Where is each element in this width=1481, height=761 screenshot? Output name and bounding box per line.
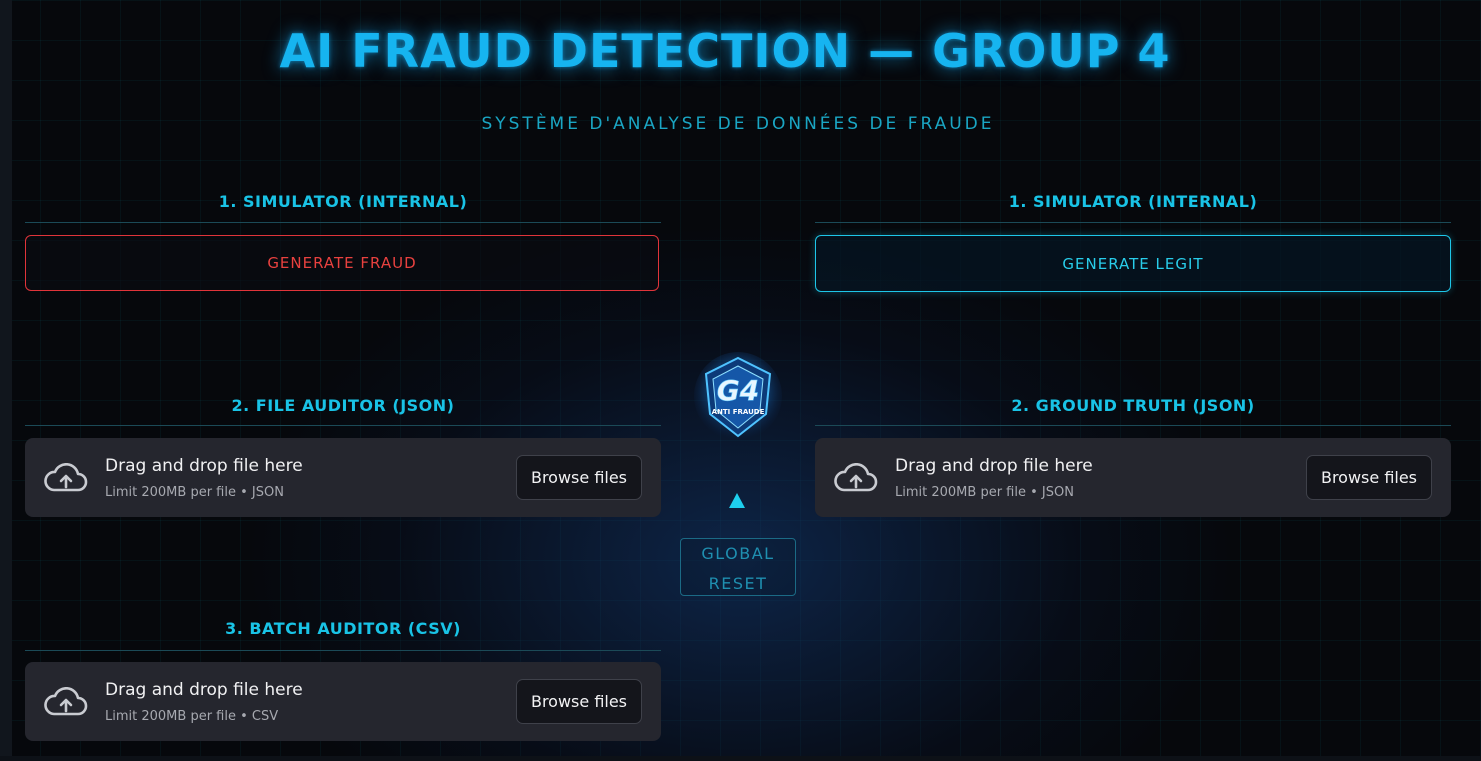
dropzone-instructions: Drag and drop file here [895, 456, 1093, 476]
left-simulator-heading: 1. SIMULATOR (INTERNAL) [218, 192, 468, 211]
batch-auditor-dropzone[interactable]: Drag and drop file here Limit 200MB per … [25, 662, 661, 741]
file-auditor-heading: 2. FILE AUDITOR (JSON) [231, 396, 455, 415]
dropzone-limit: Limit 200MB per file • JSON [105, 485, 284, 500]
svg-text:ANTI FRAUDE: ANTI FRAUDE [712, 408, 765, 416]
cloud-upload-icon [834, 463, 878, 492]
dropzone-limit: Limit 200MB per file • JSON [895, 485, 1074, 500]
cloud-upload-icon [44, 463, 88, 492]
batch-auditor-divider [25, 650, 661, 651]
file-auditor-dropzone[interactable]: Drag and drop file here Limit 200MB per … [25, 438, 661, 517]
reset-label-line1: GLOBAL [701, 544, 775, 563]
generate-legit-button[interactable]: GENERATE LEGIT [815, 235, 1451, 292]
cloud-upload-icon [44, 687, 88, 716]
batch-auditor-heading: 3. BATCH AUDITOR (CSV) [225, 619, 461, 638]
page-subtitle: SYSTÈME D'ANALYSE DE DONNÉES DE FRAUDE [481, 114, 995, 134]
browse-files-button[interactable]: Browse files [1306, 455, 1432, 500]
reset-label-line2: RESET [708, 574, 768, 593]
ground-truth-dropzone[interactable]: Drag and drop file here Limit 200MB per … [815, 438, 1451, 517]
svg-text:G4: G4 [717, 374, 759, 407]
ground-truth-divider [815, 425, 1451, 426]
bottom-edge-strip [0, 756, 1481, 761]
dropzone-limit: Limit 200MB per file • CSV [105, 709, 279, 724]
browse-files-button[interactable]: Browse files [516, 455, 642, 500]
left-simulator-divider [25, 222, 661, 223]
right-simulator-divider [815, 222, 1451, 223]
ground-truth-heading: 2. GROUND TRUTH (JSON) [1011, 396, 1255, 415]
g4-logo: G4 ANTI FRAUDE [694, 352, 782, 440]
generate-fraud-button[interactable]: GENERATE FRAUD [25, 235, 659, 291]
arrow-up-icon [729, 493, 745, 508]
browse-files-button[interactable]: Browse files [516, 679, 642, 724]
right-simulator-heading: 1. SIMULATOR (INTERNAL) [1008, 192, 1258, 211]
file-auditor-divider [25, 425, 661, 426]
dropzone-instructions: Drag and drop file here [105, 456, 303, 476]
dropzone-instructions: Drag and drop file here [105, 680, 303, 700]
global-reset-button[interactable]: GLOBAL RESET [680, 538, 796, 596]
page-title: AI FRAUD DETECTION — GROUP 4 [279, 24, 1171, 78]
